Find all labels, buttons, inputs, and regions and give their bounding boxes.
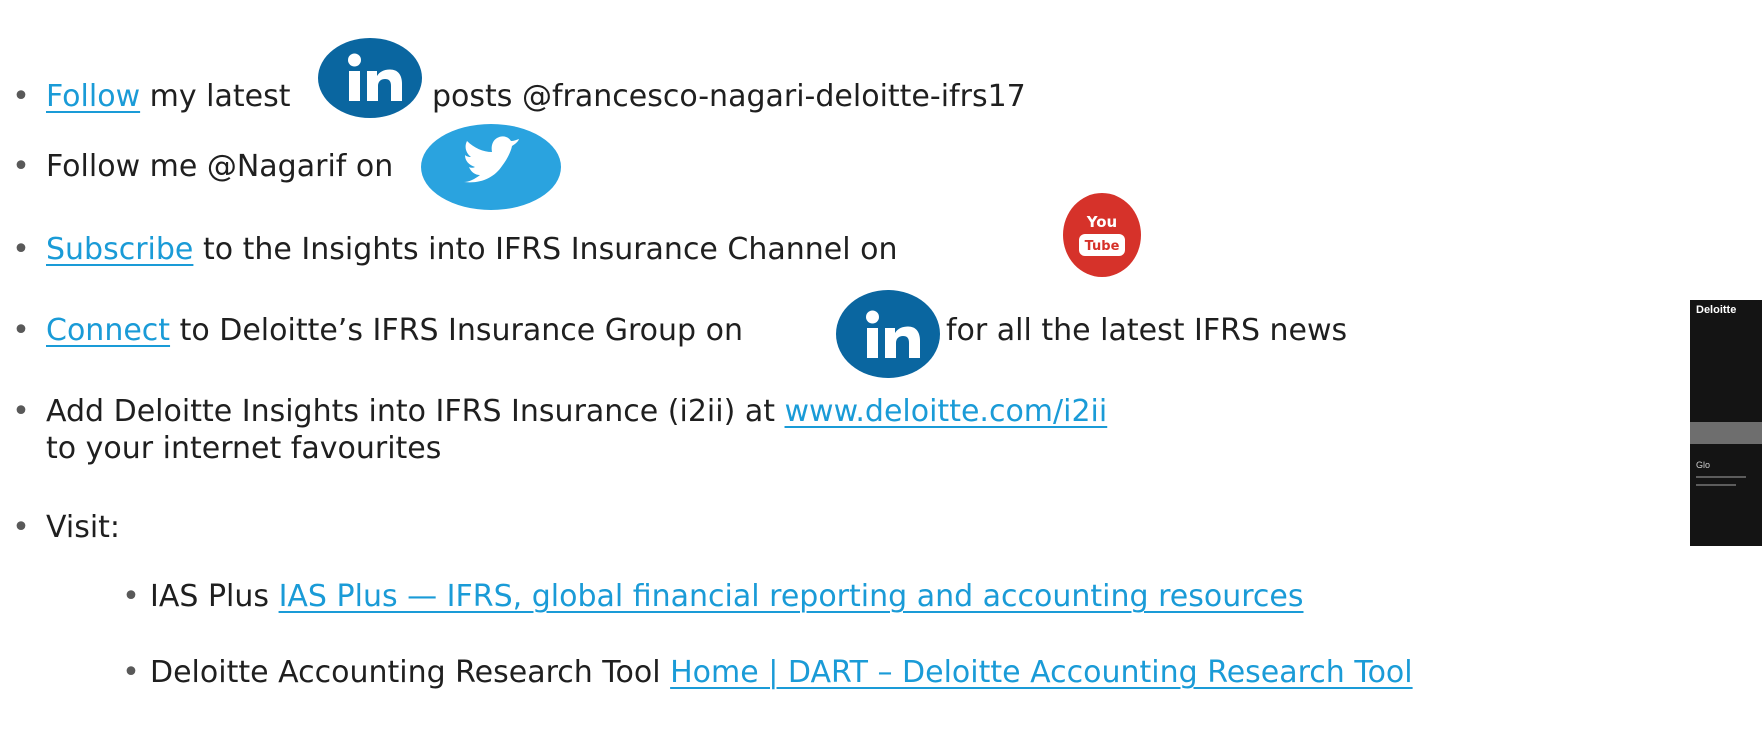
thumbnail-line xyxy=(1696,484,1736,486)
list-item-tail-text: posts @francesco-nagari-deloitte-ifrs17 xyxy=(432,79,1026,114)
youtube-icon-text-bottom: Tube xyxy=(1085,239,1120,254)
twitter-icon[interactable] xyxy=(420,124,562,210)
sub-list-item-label: Deloitte Accounting Research Tool xyxy=(150,655,671,690)
list-item-text: Follow my latest xyxy=(46,77,291,117)
linkedin-icon[interactable] xyxy=(316,38,424,118)
list-item-text: Follow me @Nagarif on xyxy=(46,149,394,184)
list-item-tail: posts @francesco-nagari-deloitte-ifrs17 xyxy=(432,77,1026,117)
list-item-text: Add Deloitte Insights into IFRS Insuranc… xyxy=(46,392,1107,432)
list-item-line2: to your internet favourites xyxy=(46,431,442,466)
youtube-icon-text-top: You xyxy=(1086,213,1117,231)
linkedin-icon[interactable] xyxy=(834,290,942,378)
list-item-text: Connect to Deloitte’s IFRS Insurance Gro… xyxy=(46,311,743,351)
sub-list-item-text: Deloitte Accounting Research Tool Home |… xyxy=(150,653,1413,693)
bullet: • xyxy=(12,510,30,545)
connect-link[interactable]: Connect xyxy=(46,313,170,348)
i2ii-link[interactable]: www.deloitte.com/i2ii xyxy=(785,394,1108,429)
thumbnail-line xyxy=(1696,476,1746,478)
publication-thumbnail[interactable]: Deloitte Glo xyxy=(1690,300,1762,546)
list-item-label: to Deloitte’s IFRS Insurance Group on xyxy=(170,313,743,348)
bullet: • xyxy=(12,313,30,348)
list-item-label: to the Insights into IFRS Insurance Chan… xyxy=(193,232,898,267)
bullet: • xyxy=(122,655,140,690)
list-item-tail-text: for all the latest IFRS news xyxy=(946,313,1348,348)
list-item-label: Add Deloitte Insights into IFRS Insuranc… xyxy=(46,394,785,429)
thumbnail-brand: Deloitte xyxy=(1696,304,1737,316)
list-item-text: Visit: xyxy=(46,510,121,545)
thumbnail-band xyxy=(1690,422,1762,444)
list-item-tail: for all the latest IFRS news xyxy=(946,311,1347,351)
sub-list-item-label: IAS Plus xyxy=(150,579,279,614)
bullet: • xyxy=(122,579,140,614)
youtube-icon[interactable]: You Tube xyxy=(1062,193,1142,277)
bullet: • xyxy=(12,149,30,184)
sub-list-item-text: IAS Plus IAS Plus — IFRS, global financi… xyxy=(150,577,1304,617)
bullet: • xyxy=(12,394,30,429)
bullet: • xyxy=(12,232,30,267)
thumbnail-caption: Glo xyxy=(1696,460,1711,470)
dart-link[interactable]: Home | DART – Deloitte Accounting Resear… xyxy=(670,655,1413,690)
ias-plus-link[interactable]: IAS Plus — IFRS, global financial report… xyxy=(279,579,1304,614)
subscribe-link[interactable]: Subscribe xyxy=(46,232,193,267)
list-item-label: my latest xyxy=(140,79,291,114)
list-item-text: Subscribe to the Insights into IFRS Insu… xyxy=(46,230,898,270)
follow-link[interactable]: Follow xyxy=(46,79,140,114)
bullet: • xyxy=(12,79,30,114)
